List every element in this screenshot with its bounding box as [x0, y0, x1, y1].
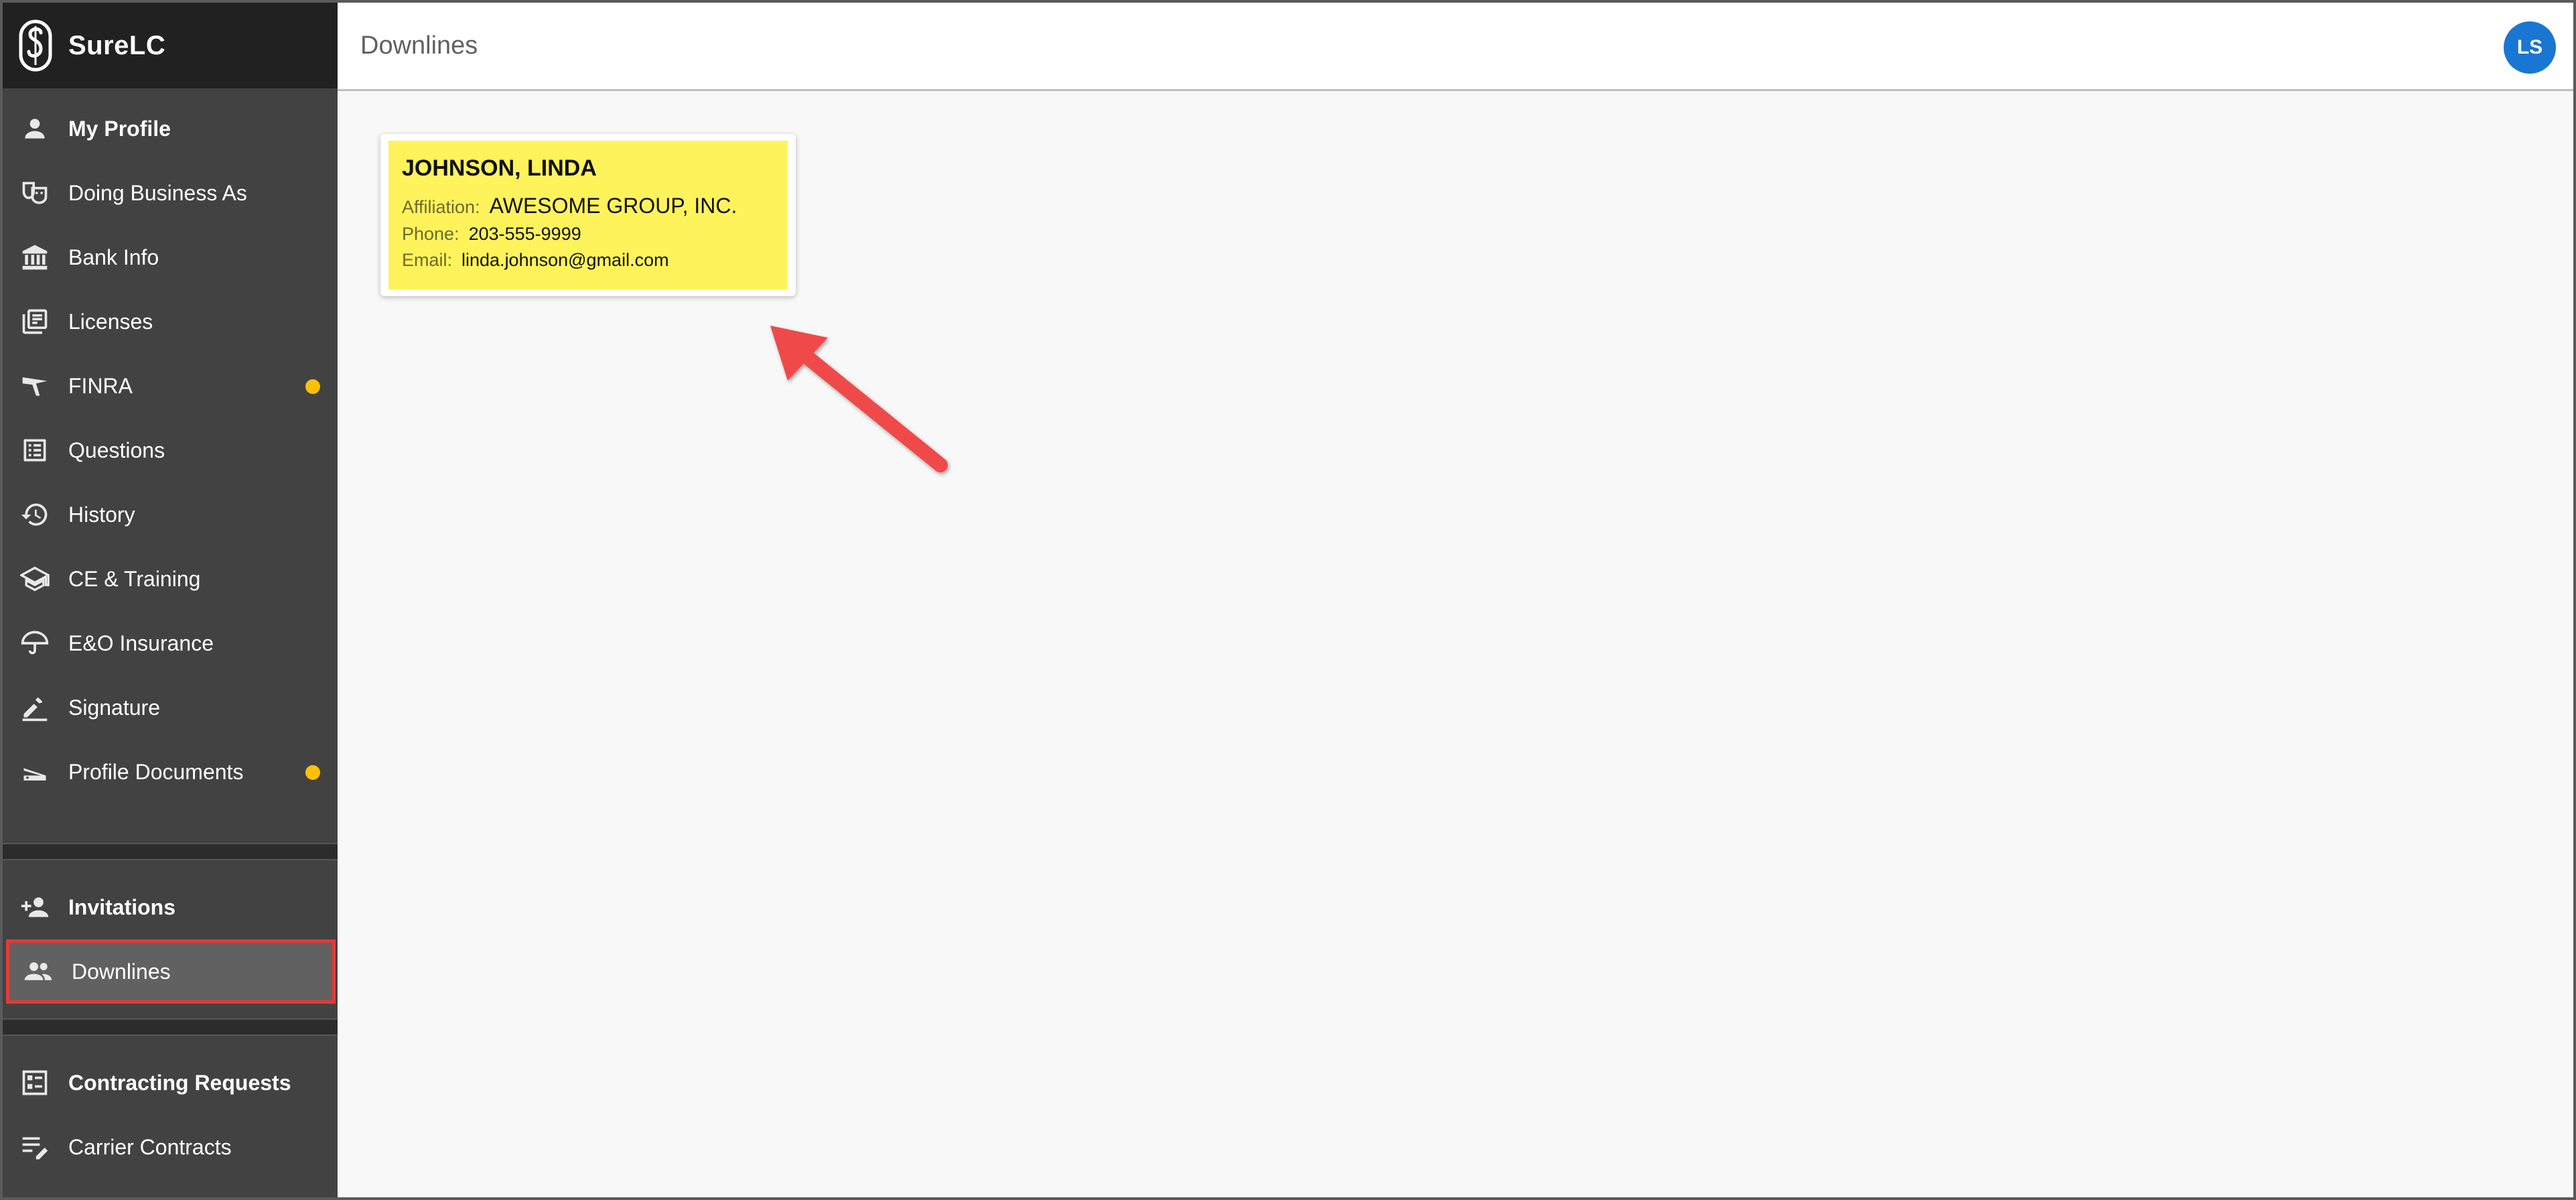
page-title: Downlines [360, 31, 478, 60]
email-value: linda.johnson@gmail.com [461, 250, 669, 270]
sidebar-item-label: My Profile [68, 116, 171, 141]
sidebar-item-doing-business-as[interactable]: Doing Business As [3, 161, 338, 225]
brand-name: SureLC [68, 30, 166, 60]
sidebar-item-history[interactable]: History [3, 482, 338, 547]
sidebar-item-label: E&O Insurance [68, 630, 214, 655]
annotation-arrow-icon [770, 326, 948, 472]
sidebar-item-label: CE & Training [68, 566, 201, 591]
sidebar-item-contracting-requests[interactable]: Contracting Requests [3, 1051, 338, 1115]
pen-icon [19, 691, 51, 724]
sidebar-item-label: Downlines [72, 959, 171, 984]
sidebar-item-label: Carrier Contracts [68, 1134, 232, 1159]
sidebar-profile-group: My Profile Doing Business As Bank Info L… [3, 88, 338, 804]
sidebar-item-signature[interactable]: Signature [3, 675, 338, 740]
list-alt-icon [19, 434, 51, 466]
edit-note-icon [19, 1131, 51, 1163]
mask-icon [19, 177, 51, 209]
sidebar-item-my-profile[interactable]: My Profile [3, 96, 338, 161]
library-books-icon [19, 306, 51, 338]
alert-dot [305, 379, 320, 394]
sidebar-item-bank-info[interactable]: Bank Info [3, 225, 338, 289]
sidebar-item-label: Doing Business As [68, 180, 247, 205]
phone-label: Phone: [402, 224, 459, 244]
umbrella-icon [19, 627, 51, 659]
people-icon [22, 955, 54, 988]
sidebar-item-label: FINRA [68, 373, 133, 398]
surelc-logo-icon [19, 19, 52, 72]
sidebar-item-label: Signature [68, 695, 160, 720]
sidebar-item-profile-documents[interactable]: Profile Documents [3, 740, 338, 804]
sidebar: SureLC My Profile Doing Business As Bank… [3, 3, 338, 1197]
sidebar-item-label: Profile Documents [68, 759, 244, 784]
sidebar-item-label: Contracting Requests [68, 1070, 291, 1095]
sidebar-divider [3, 1018, 338, 1036]
sidebar-item-questions[interactable]: Questions [3, 418, 338, 482]
email-label: Email: [402, 250, 453, 270]
avatar[interactable]: LS [2504, 21, 2556, 74]
sidebar-divider [3, 843, 338, 860]
sidebar-contracting-group: Contracting Requests Carrier Contracts [3, 1036, 338, 1179]
sidebar-item-label: Questions [68, 438, 165, 462]
finra-icon [19, 370, 51, 402]
sidebar-item-label: Bank Info [68, 245, 159, 269]
bank-icon [19, 241, 51, 273]
sidebar-network-group: Invitations Downlines [3, 860, 338, 1004]
person-add-icon [19, 891, 51, 923]
sidebar-item-label: Invitations [68, 894, 176, 919]
affiliation-label: Affiliation: [402, 197, 480, 217]
person-icon [19, 113, 51, 145]
sidebar-item-carrier-contracts[interactable]: Carrier Contracts [3, 1115, 338, 1179]
sidebar-item-label: Licenses [68, 309, 153, 334]
phone-row: Phone: 203-555-9999 [402, 224, 774, 245]
affiliation-row: Affiliation: AWESOME GROUP, INC. [402, 194, 774, 218]
sidebar-item-invitations[interactable]: Invitations [3, 875, 338, 939]
sidebar-item-eo-insurance[interactable]: E&O Insurance [3, 611, 338, 675]
history-icon [19, 498, 51, 531]
email-row: Email: linda.johnson@gmail.com [402, 250, 774, 271]
app-window: SureLC My Profile Doing Business As Bank… [0, 0, 2576, 1200]
affiliation-value: AWESOME GROUP, INC. [489, 194, 737, 218]
sidebar-item-finra[interactable]: FINRA [3, 354, 338, 418]
sidebar-item-licenses[interactable]: Licenses [3, 289, 338, 354]
scanner-icon [19, 756, 51, 788]
sidebar-item-downlines[interactable]: Downlines [6, 939, 336, 1004]
top-bar: Downlines LS [338, 3, 2573, 91]
sidebar-item-label: History [68, 502, 135, 527]
brand[interactable]: SureLC [3, 3, 338, 88]
phone-value: 203-555-9999 [468, 224, 581, 244]
school-icon [19, 563, 51, 595]
downline-card[interactable]: JOHNSON, LINDA Affiliation: AWESOME GROU… [380, 134, 796, 296]
downline-card-highlight: JOHNSON, LINDA Affiliation: AWESOME GROU… [388, 141, 788, 289]
assignment-icon [19, 1067, 51, 1099]
downline-name: JOHNSON, LINDA [402, 155, 597, 181]
alert-dot [305, 765, 320, 780]
sidebar-item-ce-training[interactable]: CE & Training [3, 547, 338, 611]
